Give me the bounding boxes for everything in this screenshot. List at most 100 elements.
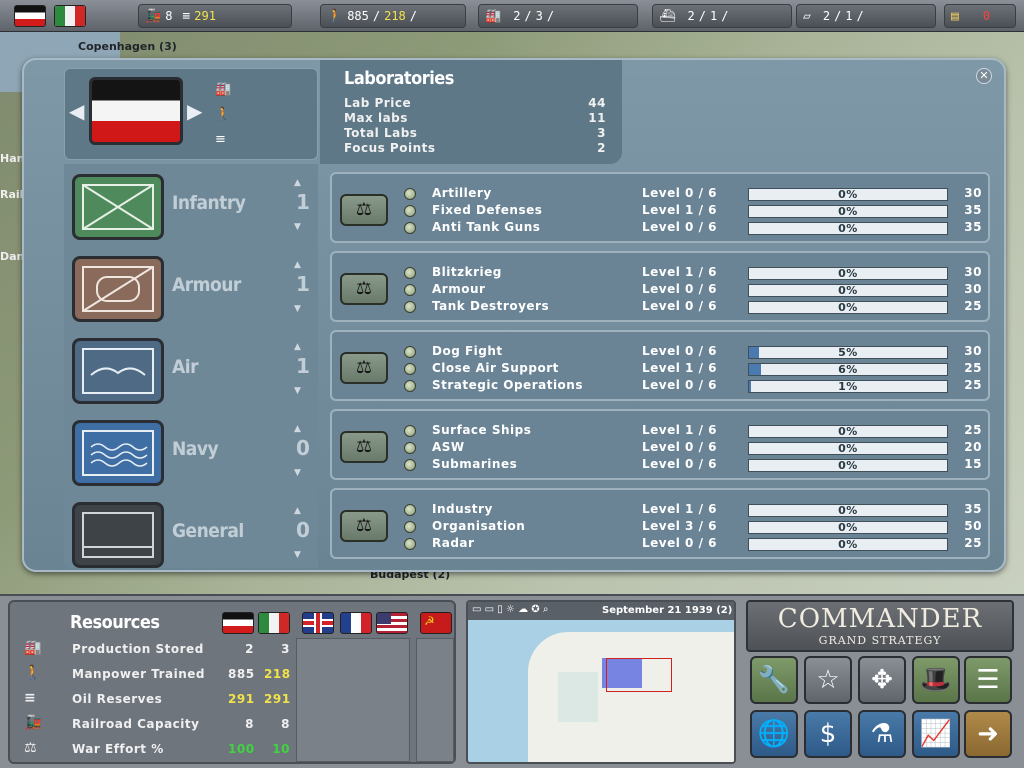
- tech-row[interactable]: Strategic Operations Level 0 / 6 1% 25: [404, 378, 984, 395]
- focus-radio[interactable]: [404, 538, 416, 550]
- scales-icon[interactable]: ⚖: [340, 431, 388, 463]
- focus-radio[interactable]: [404, 521, 416, 533]
- uk-flag[interactable]: [302, 612, 334, 634]
- increase-arrow-icon[interactable]: ▲: [294, 424, 301, 434]
- move-icon[interactable]: ✥: [858, 656, 906, 704]
- resource-row: ⚖ War Effort % 100 10: [24, 740, 290, 756]
- tech-row[interactable]: Anti Tank Guns Level 0 / 6 0% 35: [404, 220, 984, 237]
- focus-radio[interactable]: [404, 346, 416, 358]
- end-turn-arrow-icon[interactable]: ➜: [964, 710, 1012, 758]
- progress-bar: 0%: [748, 301, 948, 314]
- tech-group-general: ⚖ Industry Level 1 / 6 0% 35 Organisation Le…: [330, 488, 990, 559]
- dollar-icon[interactable]: $: [804, 710, 852, 758]
- progress-bar: 0%: [748, 222, 948, 235]
- category-armour[interactable]: Armour ▲ 1 ▼: [70, 254, 318, 326]
- increase-arrow-icon[interactable]: ▲: [294, 260, 301, 270]
- scales-icon[interactable]: ⚖: [340, 273, 388, 305]
- minimap[interactable]: ▭ ▭ ▯ ☼ ☁ ✪ ⌕ September 21 1939 (2): [466, 600, 736, 764]
- logo-subtitle: GRAND STRATEGY: [818, 634, 942, 647]
- focus-radio[interactable]: [404, 267, 416, 279]
- stats-chart-icon[interactable]: 📈: [912, 710, 960, 758]
- category-infantry[interactable]: Infantry ▲ 1 ▼: [70, 172, 318, 244]
- tech-row[interactable]: Surface Ships Level 1 / 6 0% 25: [404, 423, 984, 440]
- focus-radio[interactable]: [404, 205, 416, 217]
- soldiers-icon: 🚶: [24, 665, 42, 681]
- scales-icon[interactable]: ⚖: [340, 352, 388, 384]
- ussr-flag[interactable]: [420, 612, 452, 634]
- focus-radio[interactable]: [404, 504, 416, 516]
- decrease-arrow-icon[interactable]: ▼: [294, 222, 301, 232]
- focus-radio[interactable]: [404, 222, 416, 234]
- focus-radio[interactable]: [404, 363, 416, 375]
- focus-radio[interactable]: [404, 380, 416, 392]
- battleship-icon: ⛴: [659, 8, 676, 24]
- increase-arrow-icon[interactable]: ▲: [294, 506, 301, 516]
- tech-row[interactable]: Submarines Level 0 / 6 0% 15: [404, 457, 984, 474]
- scales-icon[interactable]: ⚖: [340, 194, 388, 226]
- map-edge-label: Han: [0, 152, 25, 165]
- next-country-arrow-icon[interactable]: ▶: [187, 99, 202, 123]
- italy-flag-button[interactable]: [54, 5, 86, 27]
- decrease-arrow-icon[interactable]: ▼: [294, 386, 301, 396]
- oil-value: 291: [194, 9, 216, 23]
- tech-row[interactable]: ASW Level 0 / 6 0% 20: [404, 440, 984, 457]
- allies-column: [296, 638, 410, 762]
- progress-bar: 0%: [748, 538, 948, 551]
- research-flask-icon[interactable]: ⚗: [858, 710, 906, 758]
- category-general[interactable]: General ▲ 0 ▼: [70, 500, 318, 572]
- game-date: September 21 1939 (2): [602, 605, 733, 616]
- category-navy[interactable]: Navy ▲ 0 ▼: [70, 418, 318, 490]
- tech-row[interactable]: Radar Level 0 / 6 0% 25: [404, 536, 984, 553]
- prev-country-arrow-icon[interactable]: ◀: [69, 99, 84, 123]
- focus-radio[interactable]: [404, 188, 416, 200]
- focus-radio[interactable]: [404, 459, 416, 471]
- usa-flag[interactable]: [376, 612, 408, 634]
- focus-radio[interactable]: [404, 301, 416, 313]
- category-label: General: [172, 520, 244, 542]
- tech-row[interactable]: Close Air Support Level 1 / 6 6% 25: [404, 361, 984, 378]
- tech-row[interactable]: Artillery Level 0 / 6 0% 30: [404, 186, 984, 203]
- decrease-arrow-icon[interactable]: ▼: [294, 304, 301, 314]
- tech-row[interactable]: Blitzkrieg Level 1 / 6 0% 30: [404, 265, 984, 282]
- decrease-arrow-icon[interactable]: ▼: [294, 468, 301, 478]
- soviet-column: [416, 638, 454, 762]
- map-filter-icons[interactable]: ▭ ▭ ▯ ☼ ☁ ✪ ⌕: [472, 604, 548, 615]
- general-symbol-icon: [72, 502, 164, 568]
- focus-radio[interactable]: [404, 442, 416, 454]
- list-icon[interactable]: ☰: [964, 656, 1012, 704]
- tech-row[interactable]: Industry Level 1 / 6 0% 35: [404, 502, 984, 519]
- tech-row[interactable]: Armour Level 0 / 6 0% 30: [404, 282, 984, 299]
- focus-radio[interactable]: [404, 284, 416, 296]
- close-icon[interactable]: ✕: [976, 68, 992, 84]
- faction-box: ◀ ▶ 🏭2 🚶885 ≡291: [64, 68, 349, 160]
- resource-row: 🏭 Production Stored 2 3: [24, 640, 290, 656]
- globe-icon[interactable]: 🌐: [750, 710, 798, 758]
- increase-arrow-icon[interactable]: ▲: [294, 178, 301, 188]
- germany-flag-button[interactable]: [14, 5, 46, 27]
- tech-row[interactable]: Organisation Level 3 / 6 0% 50: [404, 519, 984, 536]
- increase-arrow-icon[interactable]: ▲: [294, 342, 301, 352]
- diplomacy-hat-icon[interactable]: 🎩: [912, 656, 960, 704]
- tech-row[interactable]: Fixed Defenses Level 1 / 6 0% 35: [404, 203, 984, 220]
- star-icon[interactable]: ☆: [804, 656, 852, 704]
- decrease-arrow-icon[interactable]: ▼: [294, 550, 301, 560]
- resources-panel: Resources 🏭Production Stored23 🚶Manpower…: [8, 600, 456, 764]
- progress-bar: 0%: [748, 284, 948, 297]
- germany-flag[interactable]: [222, 612, 254, 634]
- france-flag[interactable]: [340, 612, 372, 634]
- category-label: Infantry: [172, 192, 246, 214]
- focus-radio[interactable]: [404, 425, 416, 437]
- max-labs-row: Max labs 11: [344, 111, 606, 125]
- tech-row[interactable]: Tank Destroyers Level 0 / 6 0% 25: [404, 299, 984, 316]
- infantry-symbol-icon: [72, 174, 164, 240]
- category-air[interactable]: Air ▲ 1 ▼: [70, 336, 318, 408]
- map-city-label: Copenhagen (3): [78, 40, 177, 53]
- viewport-rect[interactable]: [606, 658, 672, 692]
- progress-bar: 0%: [748, 425, 948, 438]
- progress-bar: 0%: [748, 459, 948, 472]
- tech-row[interactable]: Dog Fight Level 0 / 6 5% 30: [404, 344, 984, 361]
- ships-ally-value: 1: [709, 9, 718, 23]
- italy-flag[interactable]: [258, 612, 290, 634]
- wrench-icon[interactable]: 🔧: [750, 656, 798, 704]
- scales-icon[interactable]: ⚖: [340, 510, 388, 542]
